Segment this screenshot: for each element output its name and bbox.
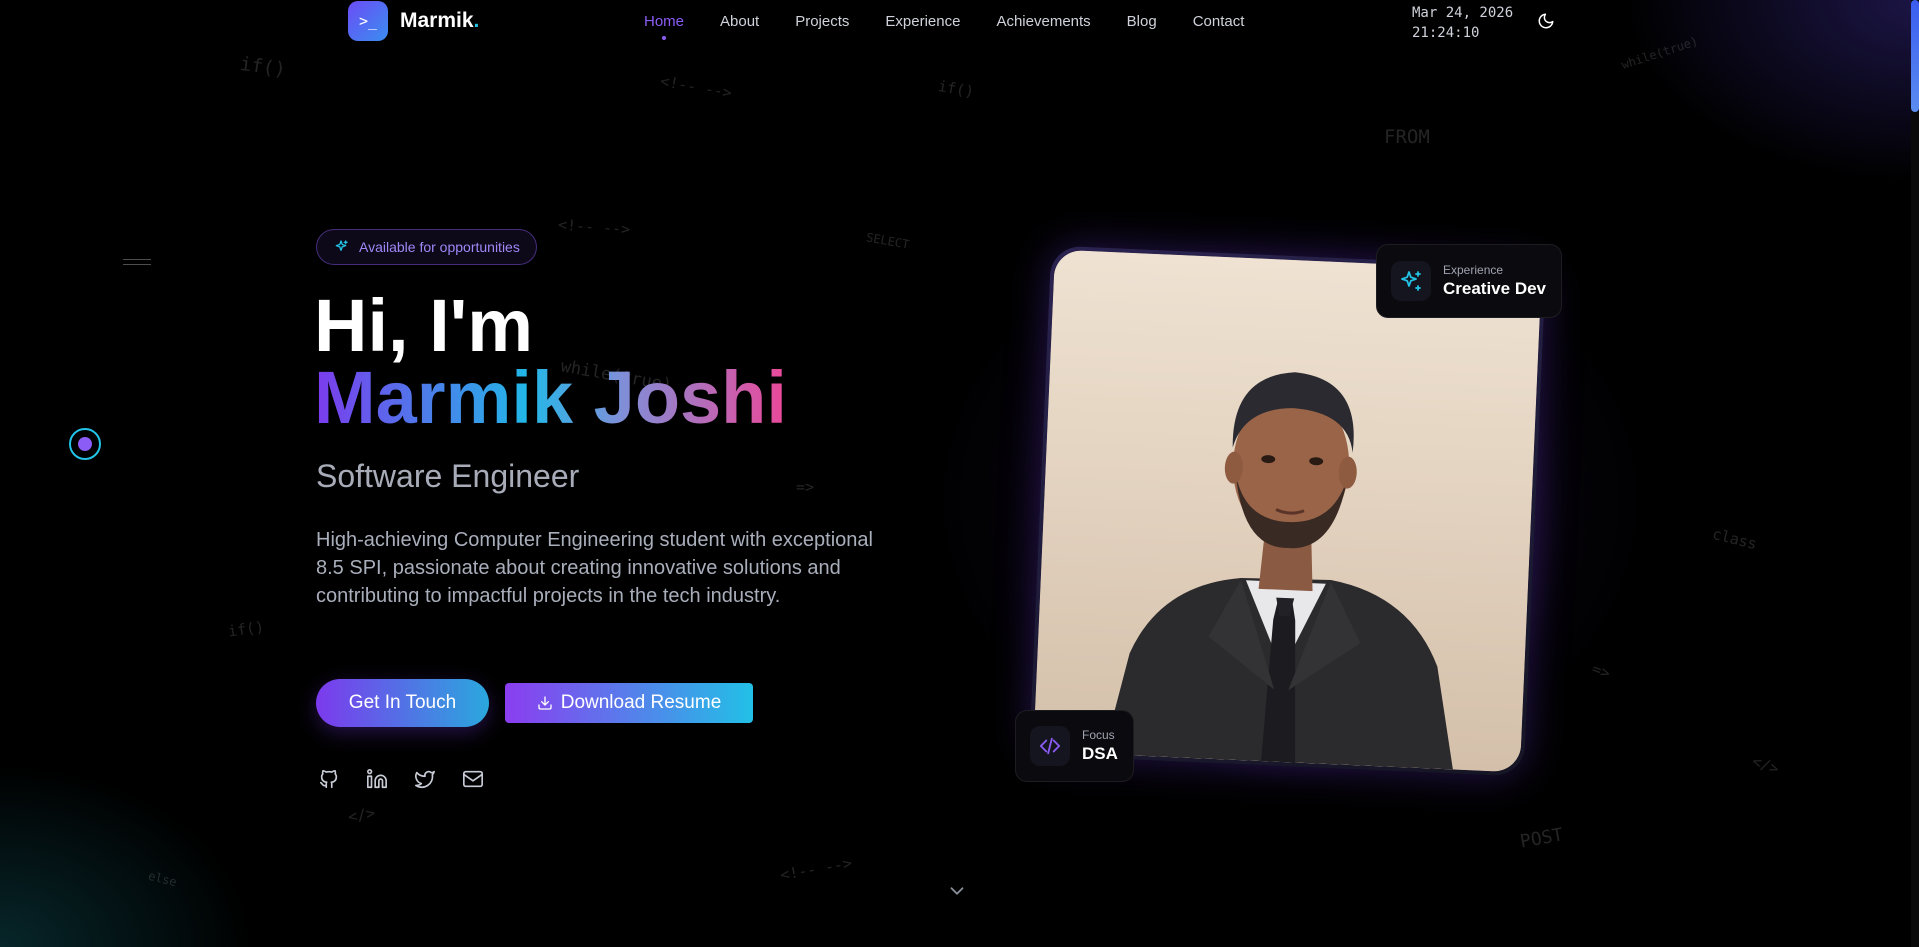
nav-item-achievements[interactable]: Achievements	[996, 13, 1090, 30]
availability-badge: Available for opportunities	[316, 229, 537, 265]
nav-item-experience[interactable]: Experience	[885, 13, 960, 30]
nav-item-contact[interactable]: Contact	[1193, 13, 1245, 30]
bg-code-snippet: SELECT	[865, 230, 911, 252]
focus-card: Focus DSA	[1015, 710, 1134, 782]
current-time: 21:24:10	[1412, 25, 1480, 41]
github-link[interactable]	[316, 766, 342, 792]
linkedin-link[interactable]	[364, 766, 390, 792]
profile-photo	[1033, 249, 1542, 773]
bg-code-snippet: else	[146, 868, 179, 890]
cursor-indicator-dot	[78, 437, 92, 451]
nav-item-blog[interactable]: Blog	[1127, 13, 1157, 30]
bg-code-snippet: if()	[936, 77, 976, 101]
scrollbar-track[interactable]	[1911, 0, 1919, 947]
scroll-down-button[interactable]	[946, 880, 968, 902]
theme-toggle-button[interactable]	[1534, 9, 1558, 33]
mail-icon	[463, 770, 483, 788]
nav-item-about[interactable]: About	[720, 13, 759, 30]
brand-logo[interactable]: >_ Marmik.	[348, 1, 479, 41]
twitter-icon	[415, 770, 435, 789]
availability-badge-text: Available for opportunities	[359, 239, 520, 255]
focus-card-label: Focus	[1082, 728, 1115, 742]
get-in-touch-button[interactable]: Get In Touch	[316, 679, 489, 727]
bg-code-snippet: <!-- -->	[658, 71, 734, 103]
profile-photo-frame	[1029, 245, 1546, 777]
bg-code-snippet: FROM	[1384, 126, 1430, 148]
download-resume-label: Download Resume	[560, 692, 722, 713]
bg-code-snippet: if()	[238, 52, 288, 82]
experience-card: Experience Creative Dev	[1376, 244, 1562, 318]
nav-item-home[interactable]: Home	[644, 13, 684, 40]
bg-code-snippet: =>	[1589, 659, 1613, 683]
social-links	[316, 766, 486, 792]
sparkles-icon	[1391, 261, 1431, 301]
bg-code-snippet: </>	[1749, 751, 1782, 779]
brand-name-text: Marmik	[400, 9, 474, 32]
bg-code-snippet: POST	[1518, 824, 1565, 853]
chevron-down-icon	[950, 887, 964, 895]
moon-icon	[1538, 13, 1554, 29]
current-date: Mar 24, 2026	[1412, 5, 1514, 21]
bg-code-snippet: </>	[346, 803, 377, 827]
focus-card-value: DSA	[1082, 744, 1118, 763]
terminal-icon: >_	[348, 1, 388, 41]
experience-card-label: Experience	[1443, 263, 1504, 277]
date-time-display: Mar 24, 2026 21:24:10	[1412, 3, 1513, 43]
download-icon	[538, 696, 552, 710]
portrait-illustration	[1033, 249, 1542, 773]
bg-code-snippet: <!-- -->	[778, 853, 854, 885]
menu-lines-decoration	[123, 259, 151, 265]
bg-code-snippet: =>	[796, 478, 815, 496]
brand-dot: .	[473, 9, 480, 32]
github-icon	[319, 769, 338, 789]
code-icon	[1030, 726, 1070, 766]
nav-item-projects[interactable]: Projects	[795, 13, 849, 30]
email-link[interactable]	[460, 766, 486, 792]
bg-code-snippet: <!-- -->	[557, 215, 631, 239]
nav-links: Home About Projects Experience Achieveme…	[644, 13, 1245, 40]
linkedin-icon	[367, 769, 387, 789]
hero-description: High-achieving Computer Engineering stud…	[316, 529, 873, 607]
brand-name: Marmik.	[400, 9, 479, 33]
hero-name: Marmik Joshi	[314, 356, 787, 439]
top-navigation: >_ Marmik. Home About Projects Experienc…	[0, 0, 1919, 44]
bg-code-snippet: if()	[226, 617, 266, 641]
background-glow	[0, 0, 1919, 947]
cursor-indicator	[69, 428, 101, 460]
hero-role: Software Engineer	[316, 458, 580, 494]
experience-card-value: Creative Dev	[1443, 279, 1547, 298]
twitter-link[interactable]	[412, 766, 438, 792]
bg-code-snippet: class	[1710, 524, 1759, 554]
sparkles-icon	[335, 240, 348, 251]
scrollbar-thumb[interactable]	[1911, 0, 1919, 112]
download-resume-button[interactable]: Download Resume	[505, 683, 753, 723]
